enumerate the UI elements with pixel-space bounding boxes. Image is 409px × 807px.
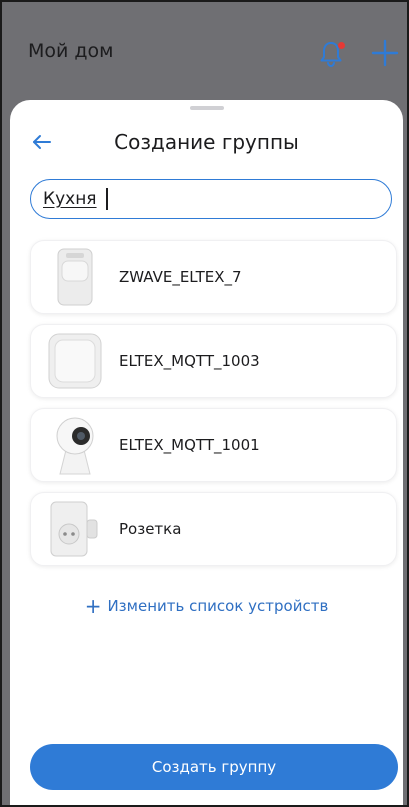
- sheet-title: Создание группы: [114, 130, 299, 154]
- device-name: Розетка: [119, 520, 182, 538]
- smart-plug-image: [47, 497, 103, 561]
- plus-icon: +: [84, 594, 102, 618]
- app-screen: Мой дом Создание группы Кухня ZWAVE_ELTE…: [0, 0, 409, 807]
- drag-handle[interactable]: [189, 106, 224, 110]
- home-title: Мой дом: [28, 40, 114, 62]
- wall-switch-image: [47, 329, 103, 393]
- text-caret: [106, 188, 108, 210]
- device-card[interactable]: ZWAVE_ELTEX_7: [30, 240, 397, 314]
- motion-sensor-image: [47, 245, 103, 309]
- notification-dot: [338, 42, 345, 49]
- device-name: ZWAVE_ELTEX_7: [119, 268, 242, 286]
- device-card[interactable]: Розетка: [30, 492, 397, 566]
- create-group-button[interactable]: Создать группу: [30, 744, 398, 790]
- group-name-value[interactable]: Кухня: [43, 189, 97, 209]
- device-list: ZWAVE_ELTEX_7 ELTEX_MQTT_1003 ELTEX_MQTT…: [30, 240, 400, 576]
- edit-devices-label: Изменить список устройств: [107, 597, 329, 615]
- device-card[interactable]: ELTEX_MQTT_1001: [30, 408, 397, 482]
- create-group-sheet: Создание группы Кухня ZWAVE_ELTEX_7 ELTE…: [10, 100, 403, 805]
- edit-devices-link[interactable]: + Изменить список устройств: [10, 594, 403, 618]
- device-card[interactable]: ELTEX_MQTT_1003: [30, 324, 397, 398]
- device-name: ELTEX_MQTT_1003: [119, 352, 260, 370]
- plus-icon[interactable]: [370, 38, 400, 68]
- top-bar: Мой дом: [2, 2, 407, 102]
- camera-image: [47, 413, 103, 477]
- device-name: ELTEX_MQTT_1001: [119, 436, 260, 454]
